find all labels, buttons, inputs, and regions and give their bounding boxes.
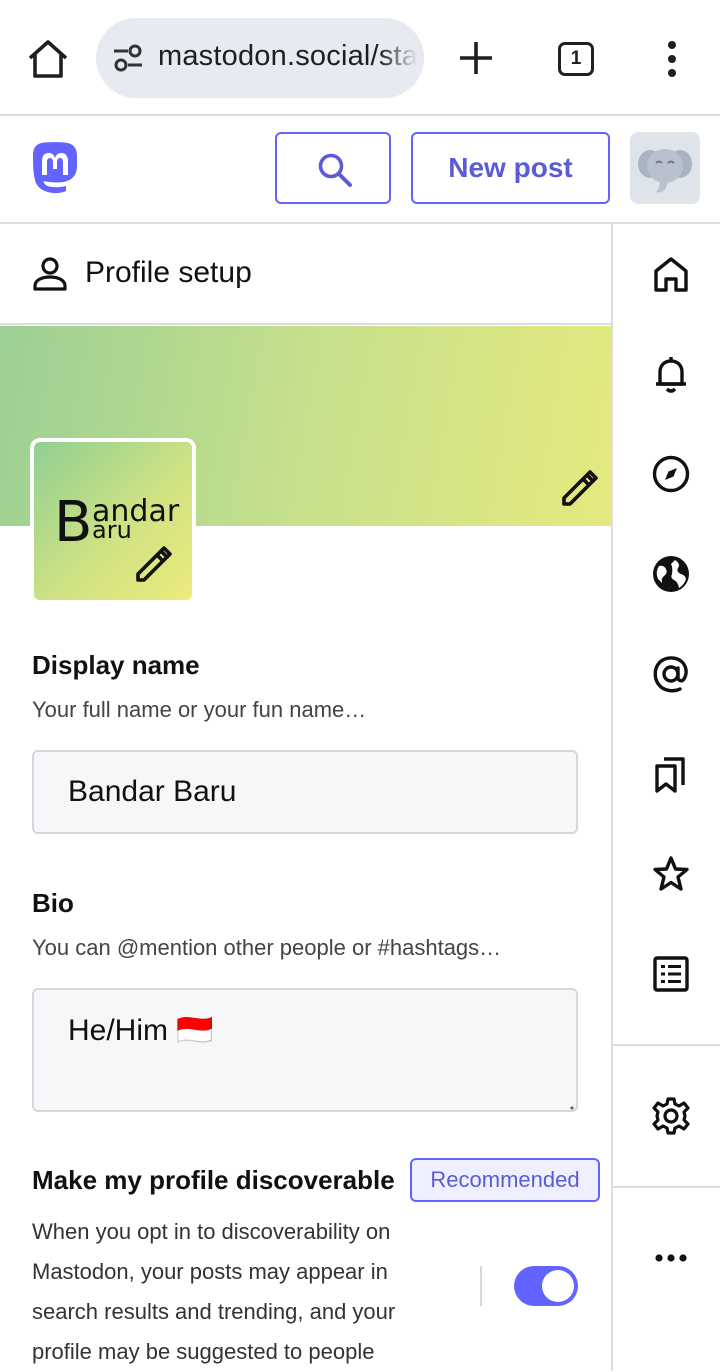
url-fade bbox=[380, 18, 424, 98]
edit-avatar-pencil-icon[interactable] bbox=[132, 542, 176, 586]
user-avatar[interactable] bbox=[630, 132, 700, 204]
edit-header-pencil-icon[interactable] bbox=[556, 464, 600, 508]
browser-menu-kebab-icon[interactable] bbox=[660, 40, 684, 80]
home-icon[interactable] bbox=[651, 254, 691, 294]
avatar-letter-b: B bbox=[54, 490, 93, 555]
explore-compass-icon[interactable] bbox=[651, 454, 691, 494]
bio-textarea[interactable]: He/Him 🇮🇩 bbox=[32, 988, 578, 1112]
search-icon bbox=[318, 153, 352, 187]
discoverable-label: Make my profile discoverable bbox=[32, 1165, 395, 1195]
display-name-input[interactable]: Bandar Baru bbox=[32, 750, 578, 834]
settings-gear-icon[interactable] bbox=[651, 1096, 691, 1136]
search-button[interactable] bbox=[275, 132, 391, 204]
mastodon-elephant-avatar-icon bbox=[638, 149, 692, 193]
bio-hint: You can @mention other people or #hashta… bbox=[32, 935, 502, 960]
globe-icon[interactable] bbox=[651, 554, 691, 594]
person-icon bbox=[33, 257, 67, 291]
lists-icon[interactable] bbox=[651, 954, 691, 994]
display-name-hint: Your full name or your fun name… bbox=[32, 697, 367, 722]
recommended-badge: Recommended bbox=[410, 1158, 600, 1202]
tab-switcher-button[interactable]: 1 bbox=[558, 42, 594, 76]
browser-home-icon[interactable] bbox=[26, 38, 70, 80]
navigation-rail bbox=[611, 224, 720, 1371]
favourites-star-icon[interactable] bbox=[651, 854, 691, 894]
mastodon-logo-icon[interactable] bbox=[30, 142, 80, 196]
app-header: New post bbox=[0, 116, 720, 224]
textarea-resize-handle-icon[interactable] bbox=[567, 1103, 575, 1111]
divider bbox=[480, 1266, 482, 1306]
rail-divider bbox=[613, 1186, 720, 1188]
browser-toolbar: mastodon.social/start/profile 1 bbox=[0, 0, 720, 116]
bio-label: Bio bbox=[32, 888, 74, 918]
rail-divider bbox=[613, 1044, 720, 1046]
notifications-bell-icon[interactable] bbox=[651, 354, 691, 394]
avatar-text-line2: aru bbox=[92, 516, 132, 544]
site-settings-icon[interactable] bbox=[112, 44, 144, 72]
new-post-button[interactable]: New post bbox=[411, 132, 610, 204]
mentions-at-icon[interactable] bbox=[651, 654, 691, 694]
toggle-knob bbox=[542, 1270, 574, 1302]
profile-avatar[interactable]: B andar aru bbox=[30, 438, 196, 604]
new-tab-plus-icon[interactable] bbox=[456, 38, 496, 78]
discoverable-toggle[interactable] bbox=[514, 1266, 578, 1306]
bookmarks-icon[interactable] bbox=[651, 754, 691, 794]
column-header: Profile setup bbox=[0, 224, 611, 325]
column-title: Profile setup bbox=[85, 256, 252, 289]
address-bar[interactable]: mastodon.social/start/profile bbox=[96, 18, 424, 98]
more-dots-icon[interactable] bbox=[651, 1238, 691, 1278]
discoverable-description: When you opt in to discoverability on Ma… bbox=[32, 1219, 396, 1364]
display-name-label: Display name bbox=[32, 650, 200, 680]
